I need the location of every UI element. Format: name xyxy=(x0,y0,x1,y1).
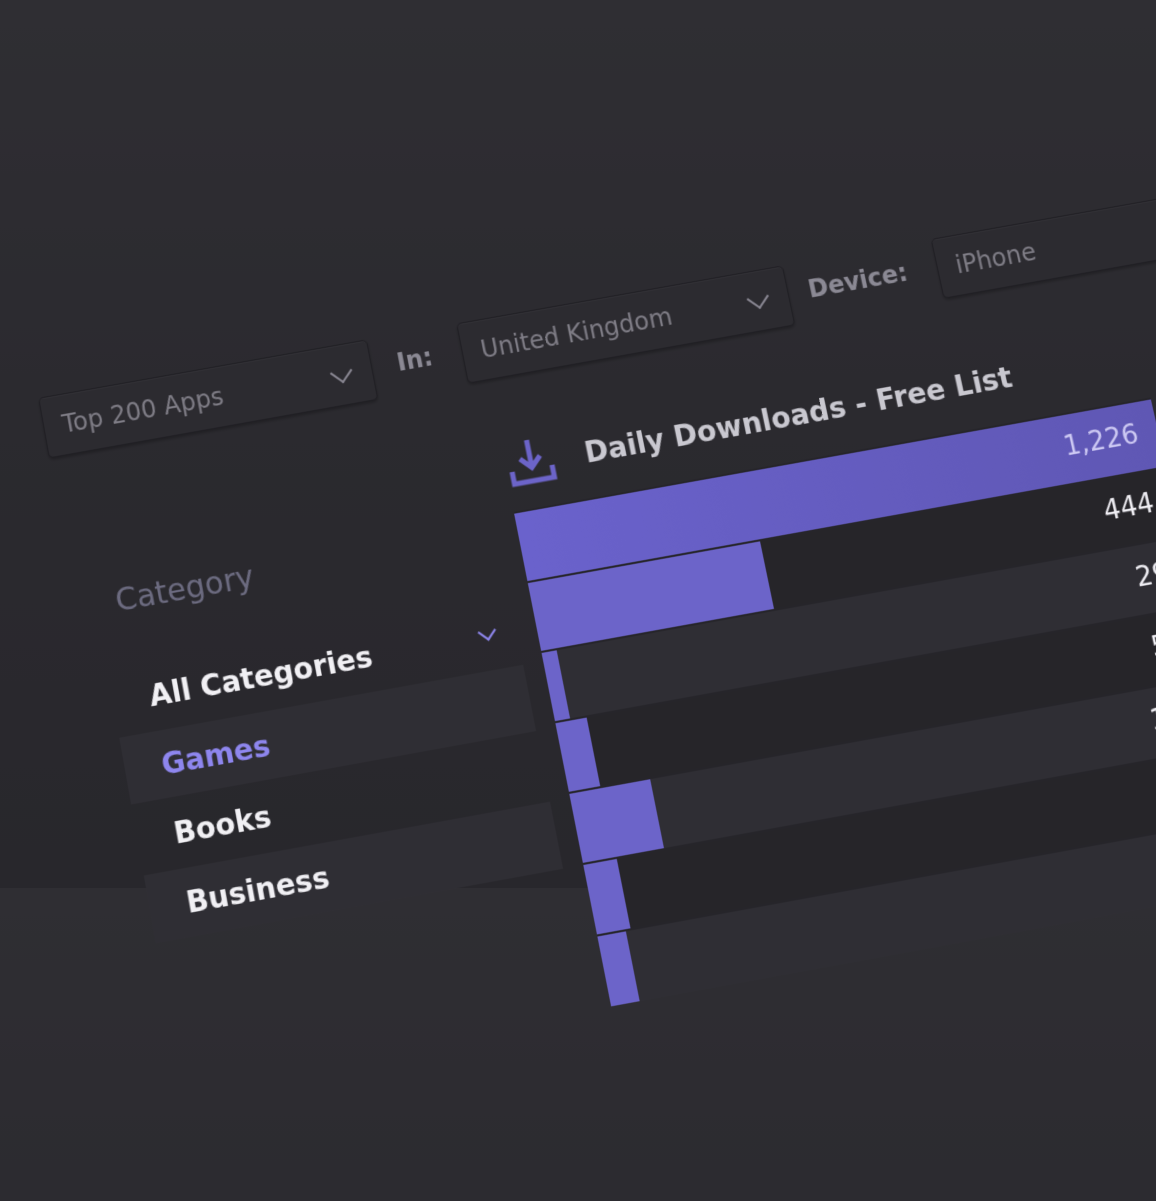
category-label: Books xyxy=(171,799,274,851)
bar-value: 444 xyxy=(1101,488,1156,527)
bar-value: 154 xyxy=(1147,697,1156,737)
chevron-down-icon xyxy=(330,361,353,384)
category-title: Category xyxy=(113,559,257,620)
bar xyxy=(583,859,630,935)
category-label: Games xyxy=(159,728,273,782)
device-value: iPhone xyxy=(953,237,1039,279)
country-select[interactable]: United Kingdom xyxy=(456,265,795,383)
category-label: Business xyxy=(183,859,332,920)
chevron-down-icon[interactable] xyxy=(478,622,496,641)
device-label: Device: xyxy=(805,258,910,304)
bar xyxy=(597,931,640,1006)
device-select[interactable]: iPhone xyxy=(931,181,1156,298)
app-view: Top 200 Apps In: United Kingdom Device: … xyxy=(0,0,1156,1201)
download-icon[interactable] xyxy=(500,431,562,493)
country-value: United Kingdom xyxy=(478,302,675,364)
bar-value: 59 xyxy=(1148,627,1156,664)
bar-chart: 1,22644429591546354 xyxy=(514,397,1156,1010)
bar-value: 29 xyxy=(1133,557,1156,594)
list-type-value: Top 200 Apps xyxy=(60,382,226,439)
list-type-select[interactable]: Top 200 Apps xyxy=(38,339,378,458)
bar xyxy=(542,650,571,721)
chevron-down-icon xyxy=(747,286,769,309)
download-icon[interactable] xyxy=(1151,253,1156,314)
bar xyxy=(555,718,600,792)
in-label: In: xyxy=(394,343,435,377)
